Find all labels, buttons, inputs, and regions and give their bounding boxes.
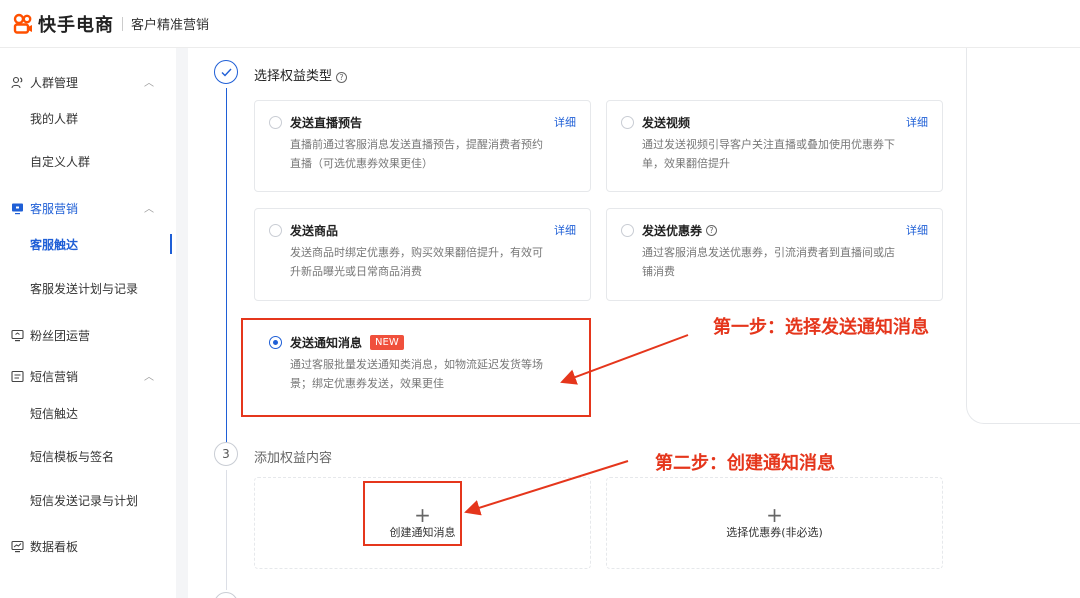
sidebar-item-label: 客服发送计划与记录 (30, 281, 139, 296)
sidebar-group-dashboard[interactable]: 数据看板 (0, 526, 176, 566)
sidebar-item-sms-reach[interactable]: 短信触达 (0, 393, 176, 433)
option-title: 发送视频 (642, 115, 691, 130)
option-card-live-preview[interactable]: 发送直播预告 详细 直播前通过客服消息发送直播预告，提醒消费者预约 直播（可选优… (254, 100, 591, 192)
people-icon (10, 75, 24, 89)
sidebar-item-service-plans[interactable]: 客服发送计划与记录 (0, 268, 176, 308)
sidebar-group-label: 粉丝团运营 (30, 328, 91, 343)
sidebar-group-label: 人群管理 (30, 75, 79, 90)
sms-icon (10, 369, 24, 383)
service-icon (10, 201, 24, 215)
chart-icon (10, 539, 24, 553)
step-number-3: 3 (214, 442, 238, 466)
chevron-up-icon: ︿ (144, 78, 154, 89)
radio-button[interactable] (621, 115, 634, 129)
option-description: 通过客服消息发送优惠券，引流消费者到直播间或店 铺消费 (642, 246, 895, 278)
detail-link[interactable]: 详细 (906, 222, 928, 238)
sidebar-group-fans[interactable]: 粉丝团运营 (0, 315, 176, 355)
sidebar-item-sms-records[interactable]: 短信发送记录与计划 (0, 480, 176, 520)
step-connector (226, 88, 227, 453)
highlight-box-create (363, 481, 462, 546)
sidebar-item-label: 我的人群 (30, 111, 79, 126)
step-title-benefit-type: 选择权益类型? (254, 65, 348, 84)
kuaishou-logo-icon (13, 13, 32, 34)
sidebar-item-my-crowd[interactable]: 我的人群 (0, 98, 176, 138)
sidebar-group-sms[interactable]: 短信营销 ︿ (0, 356, 176, 396)
plus-icon: + (766, 503, 783, 527)
sidebar-item-custom-crowd[interactable]: 自定义人群 (0, 141, 176, 181)
select-coupon-button[interactable]: + 选择优惠券(非必选) (606, 477, 943, 569)
detail-link[interactable]: 详细 (906, 114, 928, 130)
top-bar: 快手电商 客户精准营销 (0, 0, 1080, 48)
step-number-next (214, 592, 238, 598)
sidebar-divider (176, 48, 188, 598)
sidebar-item-label: 短信触达 (30, 406, 79, 421)
sidebar-group-label: 客服营销 (30, 201, 79, 216)
radio-button[interactable] (269, 223, 282, 237)
main-content: 选择权益类型? 发送直播预告 详细 直播前通过客服消息发送直播预告，提醒消费者预… (188, 48, 1080, 598)
chevron-up-icon: ︿ (144, 372, 154, 383)
help-icon[interactable]: ? (706, 224, 718, 236)
brand-subtitle: 客户精准营销 (131, 18, 210, 33)
sidebar-item-sms-templates[interactable]: 短信模板与签名 (0, 436, 176, 476)
highlight-box-notification (241, 318, 591, 417)
radio-button[interactable] (269, 115, 282, 129)
brand-name: 快手电商 (38, 14, 114, 36)
annotation-step2: 第二步：创建通知消息 (655, 453, 835, 474)
brand-divider (122, 16, 123, 31)
active-indicator (170, 234, 172, 254)
sidebar-item-label: 自定义人群 (30, 154, 91, 169)
select-coupon-label: 选择优惠券(非必选) (726, 526, 823, 539)
annotation-step1: 第一步：选择发送通知消息 (713, 317, 929, 338)
option-title: 发送直播预告 (290, 115, 363, 130)
help-icon[interactable]: ? (336, 72, 348, 83)
sidebar-group-service[interactable]: 客服营销 ︿ (0, 188, 176, 228)
sidebar-item-label: 短信模板与签名 (30, 449, 115, 464)
sidebar-group-label: 数据看板 (30, 539, 79, 554)
option-card-product[interactable]: 发送商品 详细 发送商品时绑定优惠券，购买效果翻倍提升，有效可 升新品曝光或日常… (254, 208, 591, 301)
step-title-add-content: 添加权益内容 (254, 451, 333, 466)
option-title: 发送优惠券 (642, 223, 703, 238)
fans-icon (10, 328, 24, 342)
step-connector (226, 470, 227, 590)
option-description: 通过发送视频引导客户关注直播或叠加使用优惠券下 单，效果翻倍提升 (642, 138, 895, 170)
option-title: 发送商品 (290, 223, 339, 238)
sidebar-group-label: 短信营销 (30, 369, 79, 384)
sidebar: 人群管理 ︿ 我的人群 自定义人群 客服营销 ︿ 客服触达 客服发送计划与记录 … (0, 48, 176, 598)
step-check-icon (214, 60, 238, 84)
option-card-coupon[interactable]: 发送优惠券 ? 详细 通过客服消息发送优惠券，引流消费者到直播间或店 铺消费 (606, 208, 943, 301)
option-card-video[interactable]: 发送视频 详细 通过发送视频引导客户关注直播或叠加使用优惠券下 单，效果翻倍提升 (606, 100, 943, 192)
detail-link[interactable]: 详细 (554, 114, 576, 130)
sidebar-item-service-reach[interactable]: 客服触达 (0, 224, 176, 264)
sidebar-item-label: 短信发送记录与计划 (30, 493, 139, 508)
sidebar-group-crowd[interactable]: 人群管理 ︿ (0, 62, 176, 102)
option-description: 直播前通过客服消息发送直播预告，提醒消费者预约 直播（可选优惠券效果更佳） (290, 138, 543, 170)
preview-panel (966, 48, 1080, 424)
sidebar-item-label: 客服触达 (30, 237, 79, 252)
chevron-up-icon: ︿ (144, 204, 154, 215)
detail-link[interactable]: 详细 (554, 222, 576, 238)
option-description: 发送商品时绑定优惠券，购买效果翻倍提升，有效可 升新品曝光或日常商品消费 (290, 246, 543, 278)
radio-button[interactable] (621, 223, 634, 237)
